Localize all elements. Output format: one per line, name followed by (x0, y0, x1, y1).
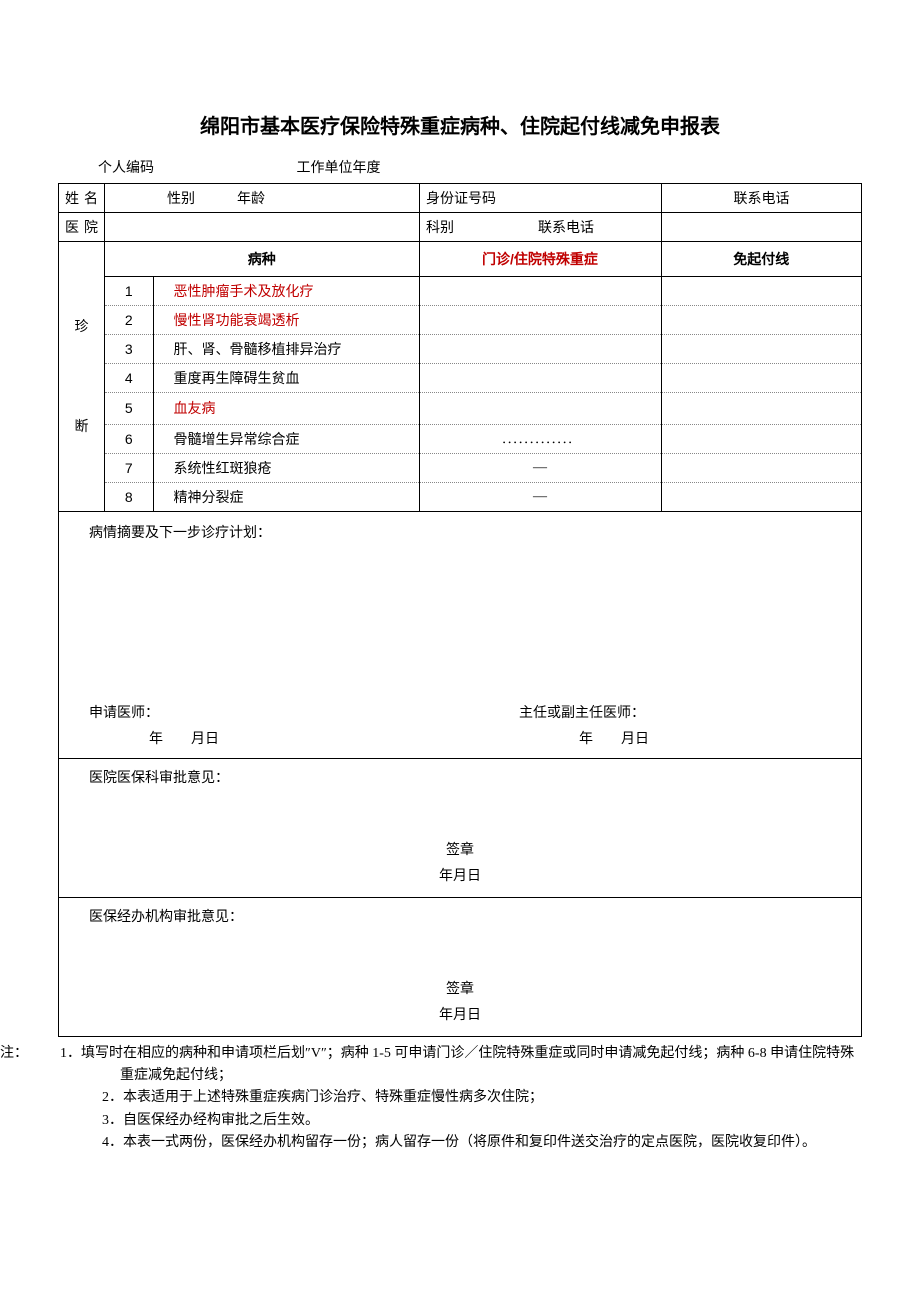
summary-date-left: 年 月日 (89, 728, 519, 748)
disease-name: 重度再生障碍生贫血 (153, 363, 419, 392)
approval1-cell[interactable]: 医院医保科审批意见： 签章 年月日 (59, 758, 862, 897)
disease-col-a[interactable]: — (419, 453, 661, 482)
age-label: 年龄 (237, 192, 265, 207)
disease-name: 肝、肾、骨髓移植排异治疗 (153, 334, 419, 363)
row-personal: 姓名 性别 年龄 身份证号码 联系电话 (59, 184, 862, 213)
col-b-header: 免起付线 (661, 242, 861, 276)
row-diagnosis: 珍 断 病种 门诊/住院特殊重症 免起付线 1 恶性肿瘤手术及放化疗 2 慢性肾 (59, 242, 862, 512)
work-unit-year-label: 工作单位年度 (297, 161, 381, 176)
disease-num: 3 (105, 334, 153, 363)
diag-char-2: 断 (65, 376, 98, 476)
hospital-label: 医院 (59, 213, 105, 242)
page-title: 绵阳市基本医疗保险特殊重症病种、住院起付线减免申报表 (58, 110, 862, 139)
summary-label: 病情摘要及下一步诊疗计划： (89, 522, 271, 542)
disease-col-a[interactable] (419, 276, 661, 305)
row-approval-agency: 医保经办机构审批意见： 签章 年月日 (59, 897, 862, 1036)
disease-name: 精神分裂症 (153, 482, 419, 511)
row-hospital: 医院 科别 联系电话 (59, 213, 862, 242)
disease-row: 3 肝、肾、骨髓移植排异治疗 (105, 334, 861, 363)
approval2-cell[interactable]: 医保经办机构审批意见： 签章 年月日 (59, 897, 862, 1036)
id-label: 身份证号码 (420, 184, 662, 213)
disease-header: 病种 门诊/住院特殊重症 免起付线 (105, 242, 861, 276)
disease-name: 恶性肿瘤手术及放化疗 (153, 276, 419, 305)
approval2-date: 年月日 (65, 1004, 855, 1024)
disease-col-a[interactable] (419, 334, 661, 363)
header-line: 个人编码 工作单位年度 (58, 157, 862, 177)
approval2-seal: 签章 (65, 978, 855, 998)
note-item: 4．本表一式两份，医保经办机构留存一份；病人留存一份（将原件和复印件送交治疗的定… (60, 1132, 862, 1154)
diagnosis-content: 病种 门诊/住院特殊重症 免起付线 1 恶性肿瘤手术及放化疗 2 慢性肾功能衰竭… (105, 242, 862, 512)
col-a-header: 门诊/住院特殊重症 (419, 242, 661, 276)
disease-col-a[interactable]: ．．．．．．．．．．．．． (419, 424, 661, 453)
note-item: 3．自医保经办经构审批之后生效。 (60, 1110, 862, 1132)
summary-cell[interactable]: 病情摘要及下一步诊疗计划： 申请医师： 主任或副主任医师： 年 月日 年 月日 (59, 511, 862, 758)
disease-col-b[interactable] (661, 363, 861, 392)
disease-col-b[interactable] (661, 334, 861, 363)
disease-col-a[interactable]: — (419, 482, 661, 511)
disease-name: 血友病 (153, 392, 419, 424)
disease-col-b[interactable] (661, 453, 861, 482)
hospital-value[interactable] (105, 213, 420, 242)
approval2-label: 医保经办机构审批意见： (89, 906, 243, 926)
dept-phone-label: 联系电话 (538, 221, 594, 236)
disease-row: 2 慢性肾功能衰竭透析 (105, 305, 861, 334)
diag-char-1: 珍 (65, 276, 98, 376)
approval1-seal: 签章 (65, 839, 855, 859)
chief-doctor-label: 主任或副主任医师： (519, 702, 831, 722)
disease-col-b[interactable] (661, 424, 861, 453)
disease-row: 7 系统性红斑狼疮 — (105, 453, 861, 482)
approval1-label: 医院医保科审批意见： (89, 767, 229, 787)
summary-date-right: 年 月日 (519, 728, 831, 748)
name-label: 姓名 (59, 184, 105, 213)
disease-num: 5 (105, 392, 153, 424)
notes: 注：1．填写时在相应的病种和申请项栏后划″V″；病种 1-5 可申请门诊／住院特… (58, 1043, 862, 1155)
row-summary: 病情摘要及下一步诊疗计划： 申请医师： 主任或副主任医师： 年 月日 年 月日 (59, 511, 862, 758)
approval1-date: 年月日 (65, 865, 855, 885)
disease-name: 骨髓增生异常综合症 (153, 424, 419, 453)
disease-num: 2 (105, 305, 153, 334)
disease-col-b[interactable] (661, 276, 861, 305)
disease-row: 5 血友病 (105, 392, 861, 424)
note-item: 注：1．填写时在相应的病种和申请项栏后划″V″；病种 1-5 可申请门诊／住院特… (60, 1043, 862, 1088)
hospital-phone-value[interactable] (662, 213, 862, 242)
disease-col-label: 病种 (105, 242, 419, 276)
disease-name: 慢性肾功能衰竭透析 (153, 305, 419, 334)
disease-num: 7 (105, 453, 153, 482)
disease-num: 8 (105, 482, 153, 511)
dept-phone-cell: 科别 联系电话 (420, 213, 662, 242)
disease-col-a[interactable] (419, 305, 661, 334)
disease-num: 4 (105, 363, 153, 392)
disease-row: 6 骨髓增生异常综合症 ．．．．．．．．．．．．． (105, 424, 861, 453)
note-item: 2．本表适用于上述特殊重症疾病门诊治疗、特殊重症慢性病多次住院； (60, 1087, 862, 1109)
disease-col-a[interactable] (419, 363, 661, 392)
disease-num: 1 (105, 276, 153, 305)
phone-label: 联系电话 (662, 184, 862, 213)
disease-row: 4 重度再生障碍生贫血 (105, 363, 861, 392)
personal-code-label: 个人编码 (98, 157, 293, 177)
row-approval-hospital: 医院医保科审批意见： 签章 年月日 (59, 758, 862, 897)
disease-col-a[interactable] (419, 392, 661, 424)
disease-col-b[interactable] (661, 482, 861, 511)
disease-row: 1 恶性肿瘤手术及放化疗 (105, 276, 861, 305)
disease-col-b[interactable] (661, 392, 861, 424)
dept-label: 科别 (426, 221, 454, 236)
disease-num: 6 (105, 424, 153, 453)
disease-col-b[interactable] (661, 305, 861, 334)
name-gender-age[interactable]: 性别 年龄 (105, 184, 420, 213)
disease-table: 病种 门诊/住院特殊重症 免起付线 1 恶性肿瘤手术及放化疗 2 慢性肾功能衰竭… (105, 242, 861, 511)
disease-name: 系统性红斑狼疮 (153, 453, 419, 482)
disease-row: 8 精神分裂症 — (105, 482, 861, 511)
gender-label: 性别 (167, 192, 195, 207)
form-table: 姓名 性别 年龄 身份证号码 联系电话 医院 科别 联系电话 珍 断 病种 门诊… (58, 183, 862, 1037)
diagnosis-label: 珍 断 (59, 242, 105, 512)
apply-doctor-label: 申请医师： (89, 702, 519, 722)
